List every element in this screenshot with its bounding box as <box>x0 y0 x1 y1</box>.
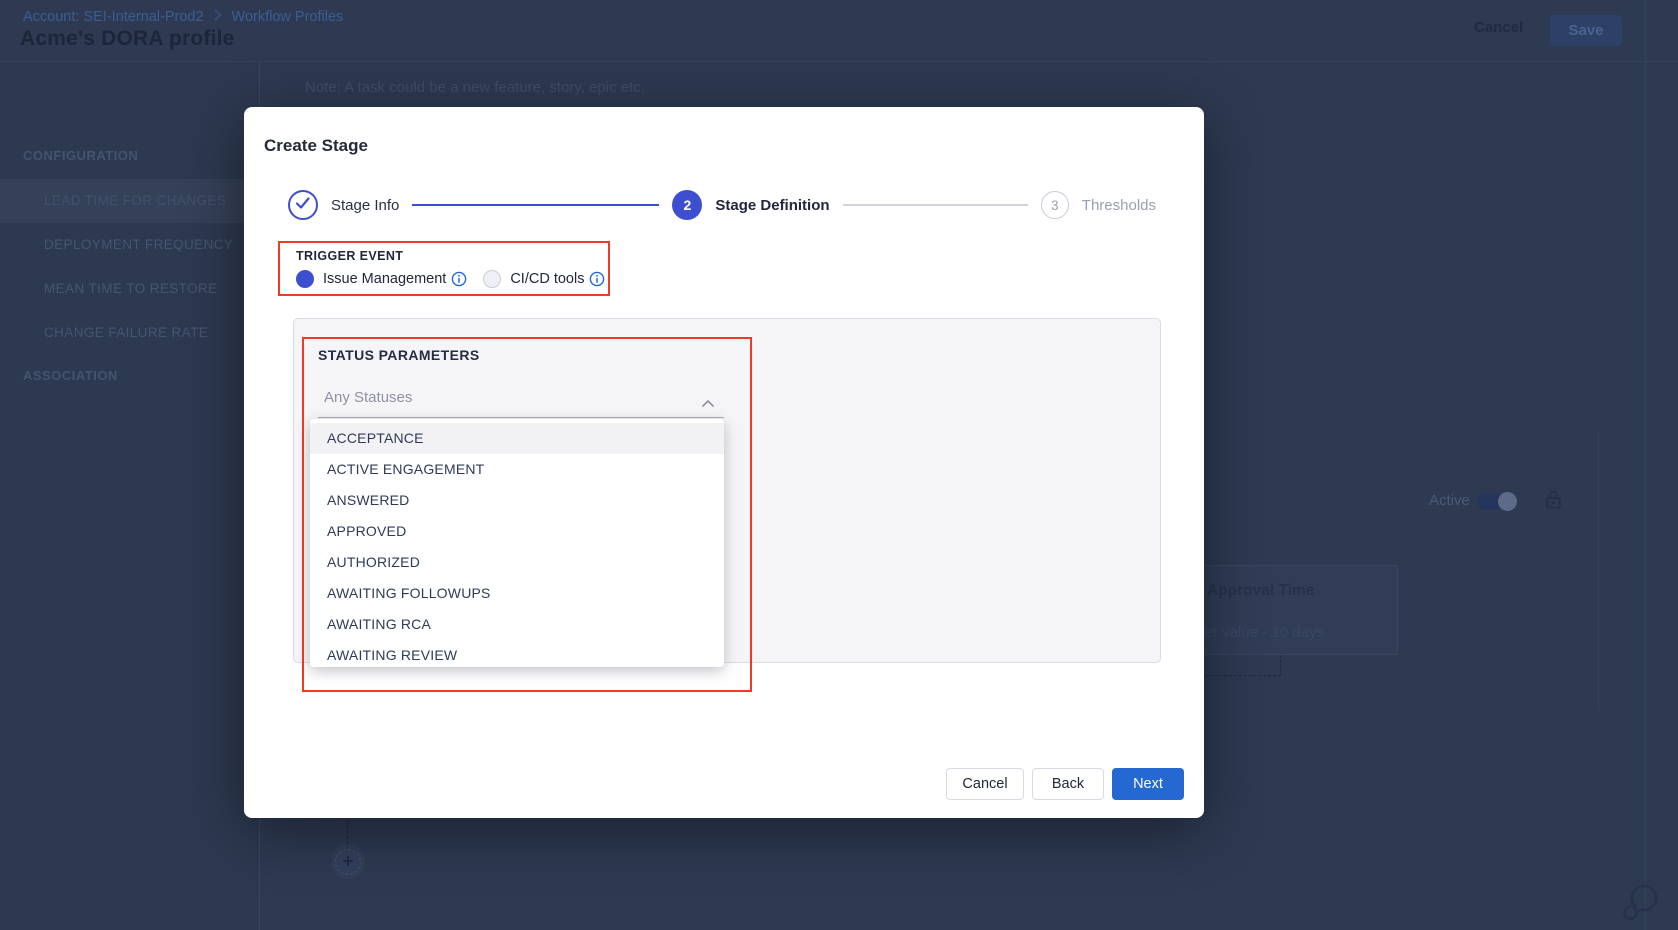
radio-cicd-tools[interactable] <box>483 270 501 288</box>
radio-issue-management-label: Issue Management <box>323 271 446 287</box>
lock-icon[interactable] <box>1545 489 1562 515</box>
sidebar-category-configuration: CONFIGURATION <box>23 148 138 163</box>
step-connector-done <box>412 204 659 206</box>
stepper: Stage Info 2 Stage Definition 3 Threshol… <box>288 190 1156 220</box>
trigger-event-options: Issue Management CI/CD tools <box>296 267 605 291</box>
step-3-label: Thresholds <box>1082 197 1156 214</box>
stage-card-title: Approval Time <box>1207 582 1314 600</box>
chat-bubble-icon[interactable] <box>1618 882 1664 929</box>
status-option[interactable]: APPROVED <box>310 516 724 547</box>
breadcrumb: Account: SEI-Internal-Prod2 Workflow Pro… <box>23 9 343 25</box>
status-option[interactable]: AWAITING FOLLOWUPS <box>310 578 724 609</box>
status-option[interactable]: ANSWERED <box>310 485 724 516</box>
step-2-circle[interactable]: 2 <box>672 190 702 220</box>
sidebar-item-mean-time-to-restore[interactable]: MEAN TIME TO RESTORE <box>0 267 260 311</box>
breadcrumb-account-link[interactable]: Account: SEI-Internal-Prod2 <box>23 9 204 25</box>
breadcrumb-section-link[interactable]: Workflow Profiles <box>232 9 344 25</box>
stage-flow-dashed-connector <box>1204 655 1281 676</box>
header-save-button[interactable]: Save <box>1550 15 1622 46</box>
step-3-circle[interactable]: 3 <box>1041 191 1069 219</box>
sidebar: CONFIGURATION LEAD TIME FOR CHANGES DEPL… <box>0 62 260 930</box>
plus-icon: + <box>343 851 354 871</box>
status-option[interactable]: AWAITING RCA <box>310 609 724 640</box>
trigger-event-label: TRIGGER EVENT <box>296 249 403 263</box>
status-option[interactable]: AWAITING REVIEW <box>310 640 724 667</box>
sidebar-item-deployment-frequency[interactable]: DEPLOYMENT FREQUENCY <box>0 223 260 267</box>
step-connector-upcoming <box>843 204 1028 206</box>
next-button[interactable]: Next <box>1112 768 1184 800</box>
step-1-label: Stage Info <box>331 197 399 214</box>
sidebar-item-association[interactable]: ASSOCIATION <box>23 368 118 383</box>
page-title: Acme's DORA profile <box>20 27 235 51</box>
check-icon <box>290 190 316 221</box>
statuses-select-value: Any Statuses <box>324 389 412 406</box>
task-note-text: Note: A task could be a new feature, sto… <box>305 79 645 96</box>
step-1-circle[interactable] <box>288 190 318 220</box>
back-button[interactable]: Back <box>1032 768 1104 800</box>
right-rail-divider <box>1645 0 1646 930</box>
add-stage-button[interactable]: + <box>335 849 361 875</box>
toggle-knob <box>1498 492 1517 511</box>
cancel-button[interactable]: Cancel <box>946 768 1024 800</box>
pencil-icon[interactable] <box>1359 579 1376 602</box>
sidebar-item-change-failure-rate[interactable]: CHANGE FAILURE RATE <box>0 311 260 355</box>
statuses-select[interactable]: Any Statuses <box>318 379 724 418</box>
status-option[interactable]: ACCEPTANCE <box>310 423 724 454</box>
info-icon[interactable] <box>589 271 605 287</box>
chevron-up-icon <box>702 394 714 412</box>
status-option[interactable]: ACTIVE ENGAGEMENT <box>310 454 724 485</box>
statuses-dropdown: ACCEPTANCE ACTIVE ENGAGEMENT ANSWERED AP… <box>310 419 724 667</box>
app-screen: Account: SEI-Internal-Prod2 Workflow Pro… <box>0 0 1678 930</box>
sidebar-item-lead-time-for-changes[interactable]: LEAD TIME FOR CHANGES <box>0 179 260 223</box>
step-2-label: Stage Definition <box>715 197 829 214</box>
header-cancel-button[interactable]: Cancel <box>1474 19 1523 36</box>
radio-issue-management[interactable] <box>296 270 314 288</box>
create-stage-modal: Create Stage Stage Info 2 Stage Definiti… <box>244 107 1204 818</box>
trigger-event-annotation-box: TRIGGER EVENT Issue Management CI/CD too… <box>278 241 610 296</box>
status-parameters-label: STATUS PARAMETERS <box>318 347 480 363</box>
status-option[interactable]: AUTHORIZED <box>310 547 724 578</box>
panel-divider <box>1598 430 1599 710</box>
info-icon[interactable] <box>451 271 467 287</box>
modal-title: Create Stage <box>264 136 368 156</box>
radio-cicd-tools-label: CI/CD tools <box>510 271 584 287</box>
active-toggle-label: Active <box>1429 492 1470 509</box>
chevron-right-icon <box>214 9 222 25</box>
active-toggle[interactable] <box>1477 494 1515 509</box>
